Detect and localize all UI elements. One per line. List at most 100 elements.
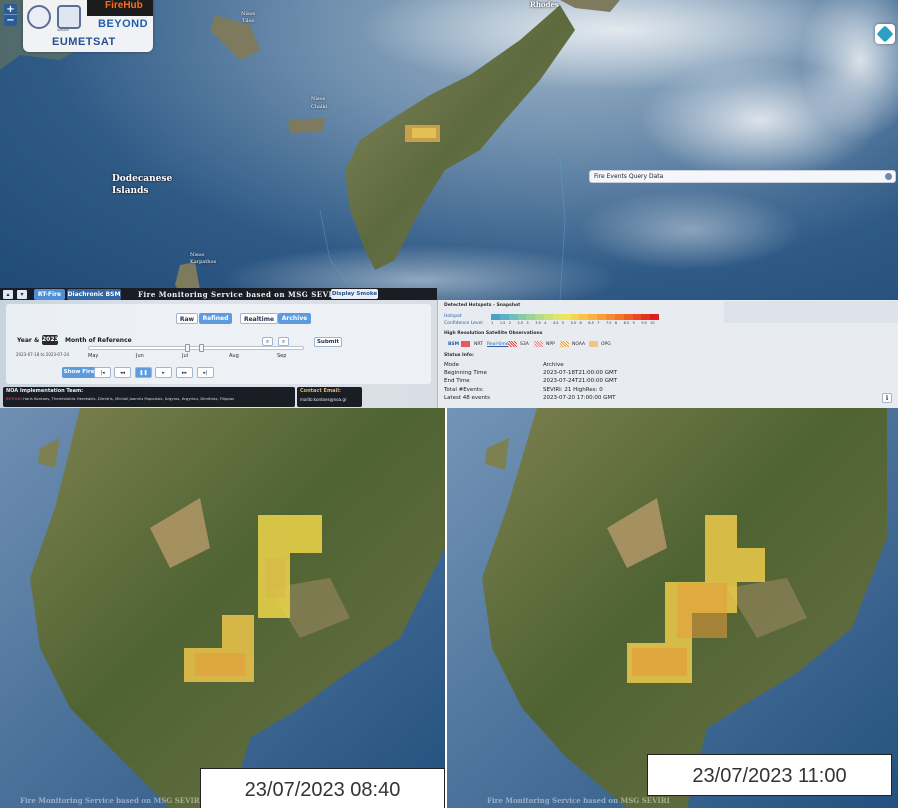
status-value: 2023-07-18T21:00:00 GMT	[543, 370, 618, 376]
rewind-button[interactable]: ◂◂	[114, 367, 131, 378]
iaasars-logo-text: SAS/IAS	[57, 28, 69, 32]
nrt-label: NRT	[474, 342, 483, 347]
play-button[interactable]: ▸	[155, 367, 172, 378]
service-title: Fire Monitoring Service based on MSG SEV…	[138, 290, 343, 299]
skip-start-button[interactable]: |◂	[94, 367, 111, 378]
partner-logos: SAS/IAS FireHub BEYOND EUMETSAT	[23, 0, 153, 52]
colorbar-tick-label: 5.5	[570, 321, 577, 325]
map-label-tilos: Tilos	[242, 18, 255, 24]
fire-events-query-bar[interactable]: Fire Events Query Data	[589, 170, 896, 183]
legend-background	[724, 301, 898, 323]
team-names: BEYOND Haris Kontoes, Themistoklis Herek…	[6, 396, 234, 401]
tab-diachronic-bsm[interactable]: Diachronic BSM	[67, 289, 121, 300]
colorbar-swatch	[526, 314, 536, 320]
colorbar-swatch	[641, 314, 651, 320]
colorbar-swatch	[508, 314, 518, 320]
colorbar-tick-label: 9.5	[641, 321, 647, 325]
opg-label: OPG	[601, 342, 611, 347]
date-range-text: 2023-07-18 to 2023-07-24	[16, 352, 70, 357]
map-label-chalki: Chalki	[311, 104, 328, 110]
fire-events-query-label: Fire Events Query Data	[594, 173, 664, 180]
implementation-team: NOA Implementation Team: BEYOND Haris Ko…	[3, 387, 295, 407]
submit-button[interactable]: Submit	[314, 337, 342, 347]
info-button[interactable]: i	[882, 393, 892, 403]
slider-handle-start[interactable]	[185, 344, 190, 352]
zoom-in-button[interactable]: +	[4, 4, 17, 15]
high-res-title: High Resolution Satellite Observations	[444, 331, 543, 336]
fast-forward-button[interactable]: ▸▸	[176, 367, 193, 378]
archive-toggle[interactable]: Archive	[278, 313, 311, 324]
confidence-colorbar-ticks: 1 1.5 2 2.5 3 3.5 4 4.5 5 5.5 6 6.5 7 7.5 8 8.5 9 9.5 10	[491, 321, 659, 325]
year-label: Year &	[17, 337, 40, 344]
status-key: End Time	[444, 378, 470, 384]
month-tick: Aug	[229, 353, 239, 359]
npp-label: NPP	[546, 342, 555, 347]
map-label-islands: Islands	[112, 186, 149, 196]
colorbar-tick-label: 2.5	[517, 321, 524, 325]
colorbar-tick-label: 6	[579, 321, 582, 325]
noaa-label: NOAA	[572, 342, 586, 347]
satellite-terrain-right	[447, 408, 898, 808]
colorbar-swatch	[605, 314, 615, 320]
timestamp-label-right: 23/07/2023 11:00	[647, 754, 892, 796]
control-panel: Raw Refined Realtime Archive Year & 2023…	[0, 300, 437, 408]
colorbar-tick-label: 7	[597, 321, 600, 325]
tab-rt-fire[interactable]: RT-Fire	[34, 289, 65, 300]
bsm-swatch	[461, 341, 470, 347]
colorbar-swatch	[517, 314, 527, 320]
zoom-out-button[interactable]: −	[4, 15, 17, 26]
bsm-label: BSM	[448, 342, 460, 347]
zoom-in-search-icon[interactable]: ⌕	[278, 337, 289, 346]
expand-button[interactable]: ▾	[17, 290, 27, 299]
colorbar-swatch	[552, 314, 562, 320]
show-fire-button[interactable]: Show Fire	[62, 367, 96, 378]
satellite-image-0840: Fire Monitoring Service based on MSG SEV…	[0, 408, 445, 808]
map-label-nisos: Nisos	[241, 11, 256, 17]
layers-button[interactable]	[875, 24, 895, 44]
status-value: 2023-07-24T21:00:00 GMT	[543, 378, 618, 384]
firehub-logo: FireHub	[87, 0, 153, 16]
team-members: Haris Kontoes, Themistoklis Herekakis, D…	[23, 396, 235, 401]
status-title: Status Info:	[444, 353, 474, 358]
colorbar-tick-label: 7.5	[605, 321, 612, 325]
realtime-toggle[interactable]: Realtime	[240, 313, 278, 324]
noa-seal-logo	[27, 5, 51, 29]
colorbar-swatch	[614, 314, 624, 320]
month-tick: Jul	[182, 353, 189, 359]
zoom-out-search-icon[interactable]: ⌕	[262, 337, 273, 346]
contact-box: Contact Email: mailto:kontoes@noa.gr	[297, 387, 362, 407]
confidence-level-label: Confidence Level	[444, 321, 483, 326]
skip-end-button[interactable]: ▸|	[197, 367, 214, 378]
map-label-nisos-2: Nisos	[311, 96, 326, 102]
refined-toggle[interactable]: Refined	[199, 313, 232, 324]
close-icon[interactable]	[885, 173, 892, 180]
colorbar-tick-label: 8	[614, 321, 618, 325]
status-key: Latest 48 events	[444, 395, 491, 401]
contact-email-link[interactable]: mailto:kontoes@noa.gr	[300, 397, 347, 402]
status-key: Mode	[444, 362, 459, 368]
display-smoke-button[interactable]: Display Smoke	[331, 289, 378, 299]
satellite-image-1100: Fire Monitoring Service based on MSG SEV…	[447, 408, 898, 808]
colorbar-tick-label: 1.5	[499, 321, 506, 325]
top-map-view[interactable]: + − SAS/IAS FireHub BEYOND EUMETSAT Rhod…	[0, 0, 898, 300]
eumetsat-logo-text: EUMETSAT	[52, 36, 116, 48]
colorbar-swatch	[650, 314, 660, 320]
colorbar-tick-label: 10	[650, 321, 655, 325]
colorbar-swatch	[544, 314, 553, 320]
map-label-rhodes: Rhodes	[530, 0, 559, 9]
pause-button[interactable]: ❚❚	[135, 367, 152, 378]
zoom-control: + −	[4, 4, 17, 26]
npp-swatch	[560, 341, 569, 347]
satellite-terrain-left	[0, 408, 445, 808]
year-value[interactable]: 2023	[42, 335, 59, 345]
colorbar-tick-label: 3	[526, 321, 529, 325]
raw-toggle[interactable]: Raw	[176, 313, 198, 324]
legend-status-panel: Detected Hotspots - Snapshot Hotspot Con…	[437, 300, 898, 408]
month-slider[interactable]	[88, 344, 304, 352]
status-value: 2023-07-20 17:00:00 GMT	[543, 395, 616, 401]
timestamp-label-left: 23/07/2023 08:40	[200, 768, 445, 808]
fire-monitoring-screen: + − SAS/IAS FireHub BEYOND EUMETSAT Rhod…	[0, 0, 898, 808]
team-title: NOA Implementation Team:	[6, 388, 84, 394]
slider-handle-end[interactable]	[199, 344, 204, 352]
collapse-button[interactable]: ▴	[3, 290, 13, 299]
